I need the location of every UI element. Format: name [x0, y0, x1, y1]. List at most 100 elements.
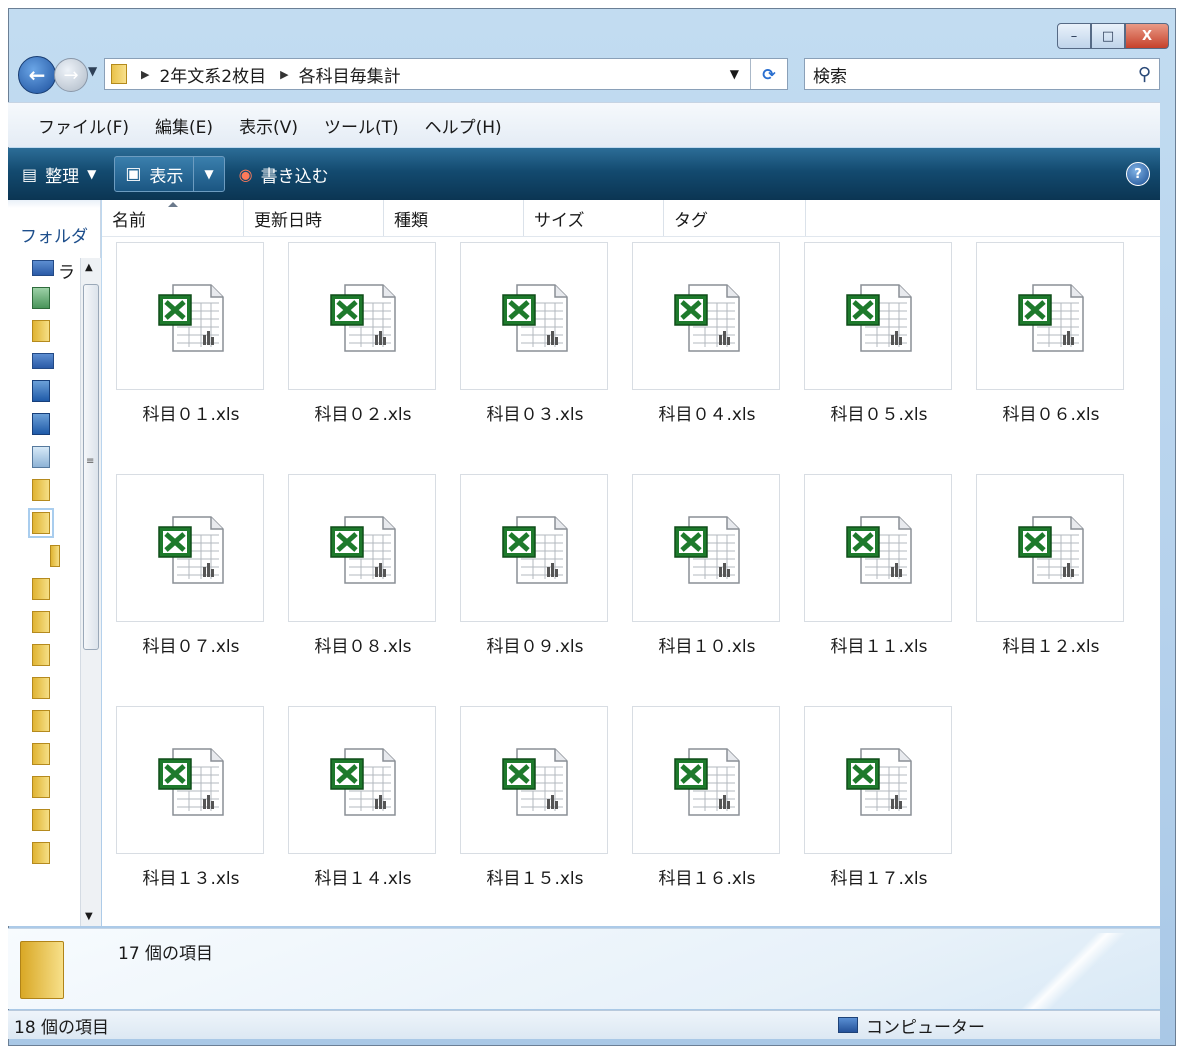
folder-icon[interactable]: [32, 842, 50, 864]
recent-pages-dropdown-icon[interactable]: ▼: [88, 64, 97, 78]
file-item[interactable]: 科目１２.xls: [976, 474, 1126, 657]
file-item[interactable]: 科目１５.xls: [460, 706, 610, 889]
file-thumbnail[interactable]: [976, 474, 1124, 622]
folder-icon[interactable]: [32, 710, 50, 732]
menu-tools[interactable]: ツール(T): [324, 113, 399, 138]
file-item[interactable]: 科目１０.xls: [632, 474, 782, 657]
minimize-button[interactable]: –: [1057, 23, 1091, 49]
file-name-label[interactable]: 科目１３.xls: [116, 864, 266, 889]
views-button[interactable]: ▣ 表示 ▼: [114, 156, 225, 192]
views-dropdown[interactable]: ▼: [193, 157, 223, 191]
file-item[interactable]: 科目０９.xls: [460, 474, 610, 657]
file-name-label[interactable]: 科目１７.xls: [804, 864, 954, 889]
views-main[interactable]: ▣ 表示: [115, 157, 193, 191]
file-thumbnail[interactable]: [288, 706, 436, 854]
search-input[interactable]: 検索 ⚲: [804, 58, 1160, 90]
file-item[interactable]: 科目０５.xls: [804, 242, 954, 425]
file-name-label[interactable]: 科目０８.xls: [288, 632, 438, 657]
file-item[interactable]: 科目０２.xls: [288, 242, 438, 425]
file-name-label[interactable]: 科目０９.xls: [460, 632, 610, 657]
file-thumbnail[interactable]: [116, 242, 264, 390]
folders-header[interactable]: フォルダ: [20, 222, 88, 247]
folder-icon[interactable]: [32, 644, 50, 666]
burn-button[interactable]: ◉ 書き込む: [239, 162, 329, 187]
back-button[interactable]: ←: [18, 56, 56, 94]
forward-button[interactable]: →: [54, 58, 88, 92]
file-item[interactable]: 科目１３.xls: [116, 706, 266, 889]
file-name-label[interactable]: 科目１０.xls: [632, 632, 782, 657]
folder-icon-selected[interactable]: [28, 508, 54, 538]
breadcrumb-item[interactable]: 2年文系2枚目: [159, 62, 266, 87]
file-thumbnail[interactable]: [976, 242, 1124, 390]
column-date-modified[interactable]: 更新日時: [244, 200, 384, 236]
file-thumbnail[interactable]: [116, 474, 264, 622]
scroll-thumb[interactable]: [83, 284, 99, 650]
file-item[interactable]: 科目０６.xls: [976, 242, 1126, 425]
scroll-down-icon[interactable]: ▼: [85, 911, 93, 922]
file-name-label[interactable]: 科目１１.xls: [804, 632, 954, 657]
menu-edit[interactable]: 編集(E): [155, 113, 213, 138]
file-thumbnail[interactable]: [804, 474, 952, 622]
file-item[interactable]: 科目０１.xls: [116, 242, 266, 425]
file-item[interactable]: 科目０８.xls: [288, 474, 438, 657]
folder-icon[interactable]: [32, 611, 50, 633]
file-name-label[interactable]: 科目１４.xls: [288, 864, 438, 889]
close-button[interactable]: X: [1125, 23, 1169, 49]
subfolder-icon[interactable]: [50, 545, 60, 567]
folder-icon[interactable]: [32, 776, 50, 798]
recycle-bin-icon[interactable]: [32, 446, 50, 468]
control-panel-icon[interactable]: [32, 413, 50, 435]
folder-icon[interactable]: [32, 320, 50, 342]
search-icon[interactable]: ⚲: [1138, 64, 1151, 85]
folder-icon[interactable]: [32, 578, 50, 600]
file-name-label[interactable]: 科目０７.xls: [116, 632, 266, 657]
file-thumbnail[interactable]: [460, 242, 608, 390]
computer-icon[interactable]: [32, 353, 54, 369]
breadcrumb-separator-icon[interactable]: ▶: [141, 68, 149, 81]
breadcrumb-item-current[interactable]: 各科目毎集計: [299, 62, 401, 87]
address-bar[interactable]: ▶ 2年文系2枚目 ▶ 各科目毎集計 ▼ ⟳: [104, 58, 788, 90]
folder-icon[interactable]: [32, 743, 50, 765]
address-dropdown-icon[interactable]: ▼: [730, 67, 739, 81]
file-name-label[interactable]: 科目０２.xls: [288, 400, 438, 425]
column-name[interactable]: 名前: [102, 200, 244, 236]
file-thumbnail[interactable]: [632, 242, 780, 390]
file-thumbnail[interactable]: [460, 706, 608, 854]
file-thumbnail[interactable]: [632, 706, 780, 854]
file-item[interactable]: 科目０７.xls: [116, 474, 266, 657]
maximize-button[interactable]: □: [1091, 23, 1125, 49]
file-name-label[interactable]: 科目０５.xls: [804, 400, 954, 425]
file-item[interactable]: 科目１１.xls: [804, 474, 954, 657]
file-thumbnail[interactable]: [460, 474, 608, 622]
file-name-label[interactable]: 科目０６.xls: [976, 400, 1126, 425]
file-item[interactable]: 科目１６.xls: [632, 706, 782, 889]
menu-help[interactable]: ヘルプ(H): [425, 113, 502, 138]
menu-view[interactable]: 表示(V): [239, 113, 298, 138]
file-thumbnail[interactable]: [288, 242, 436, 390]
file-thumbnail[interactable]: [804, 706, 952, 854]
folder-icon[interactable]: [32, 677, 50, 699]
file-item[interactable]: 科目０３.xls: [460, 242, 610, 425]
file-name-label[interactable]: 科目１２.xls: [976, 632, 1126, 657]
help-icon[interactable]: ?: [1126, 162, 1150, 186]
file-item[interactable]: 科目０４.xls: [632, 242, 782, 425]
organize-button[interactable]: ▤ 整理 ▼: [22, 162, 96, 187]
column-tags[interactable]: タグ: [664, 200, 806, 236]
folder-icon[interactable]: [32, 479, 50, 501]
menu-file[interactable]: ファイル(F): [38, 113, 129, 138]
column-size[interactable]: サイズ: [524, 200, 664, 236]
file-thumbnail[interactable]: [632, 474, 780, 622]
file-name-label[interactable]: 科目０４.xls: [632, 400, 782, 425]
nav-first-item-label[interactable]: ラ: [58, 258, 75, 283]
network-icon[interactable]: [32, 380, 50, 402]
user-folder-icon[interactable]: [32, 287, 50, 309]
refresh-icon[interactable]: ⟳: [750, 59, 787, 89]
file-name-label[interactable]: 科目０３.xls: [460, 400, 610, 425]
desktop-icon[interactable]: [32, 260, 54, 276]
breadcrumb-separator-icon[interactable]: ▶: [280, 68, 288, 81]
nav-scrollbar[interactable]: ▲ ≡ ▼: [80, 258, 101, 926]
file-thumbnail[interactable]: [288, 474, 436, 622]
file-thumbnail[interactable]: [804, 242, 952, 390]
file-item[interactable]: 科目１４.xls: [288, 706, 438, 889]
file-name-label[interactable]: 科目１５.xls: [460, 864, 610, 889]
